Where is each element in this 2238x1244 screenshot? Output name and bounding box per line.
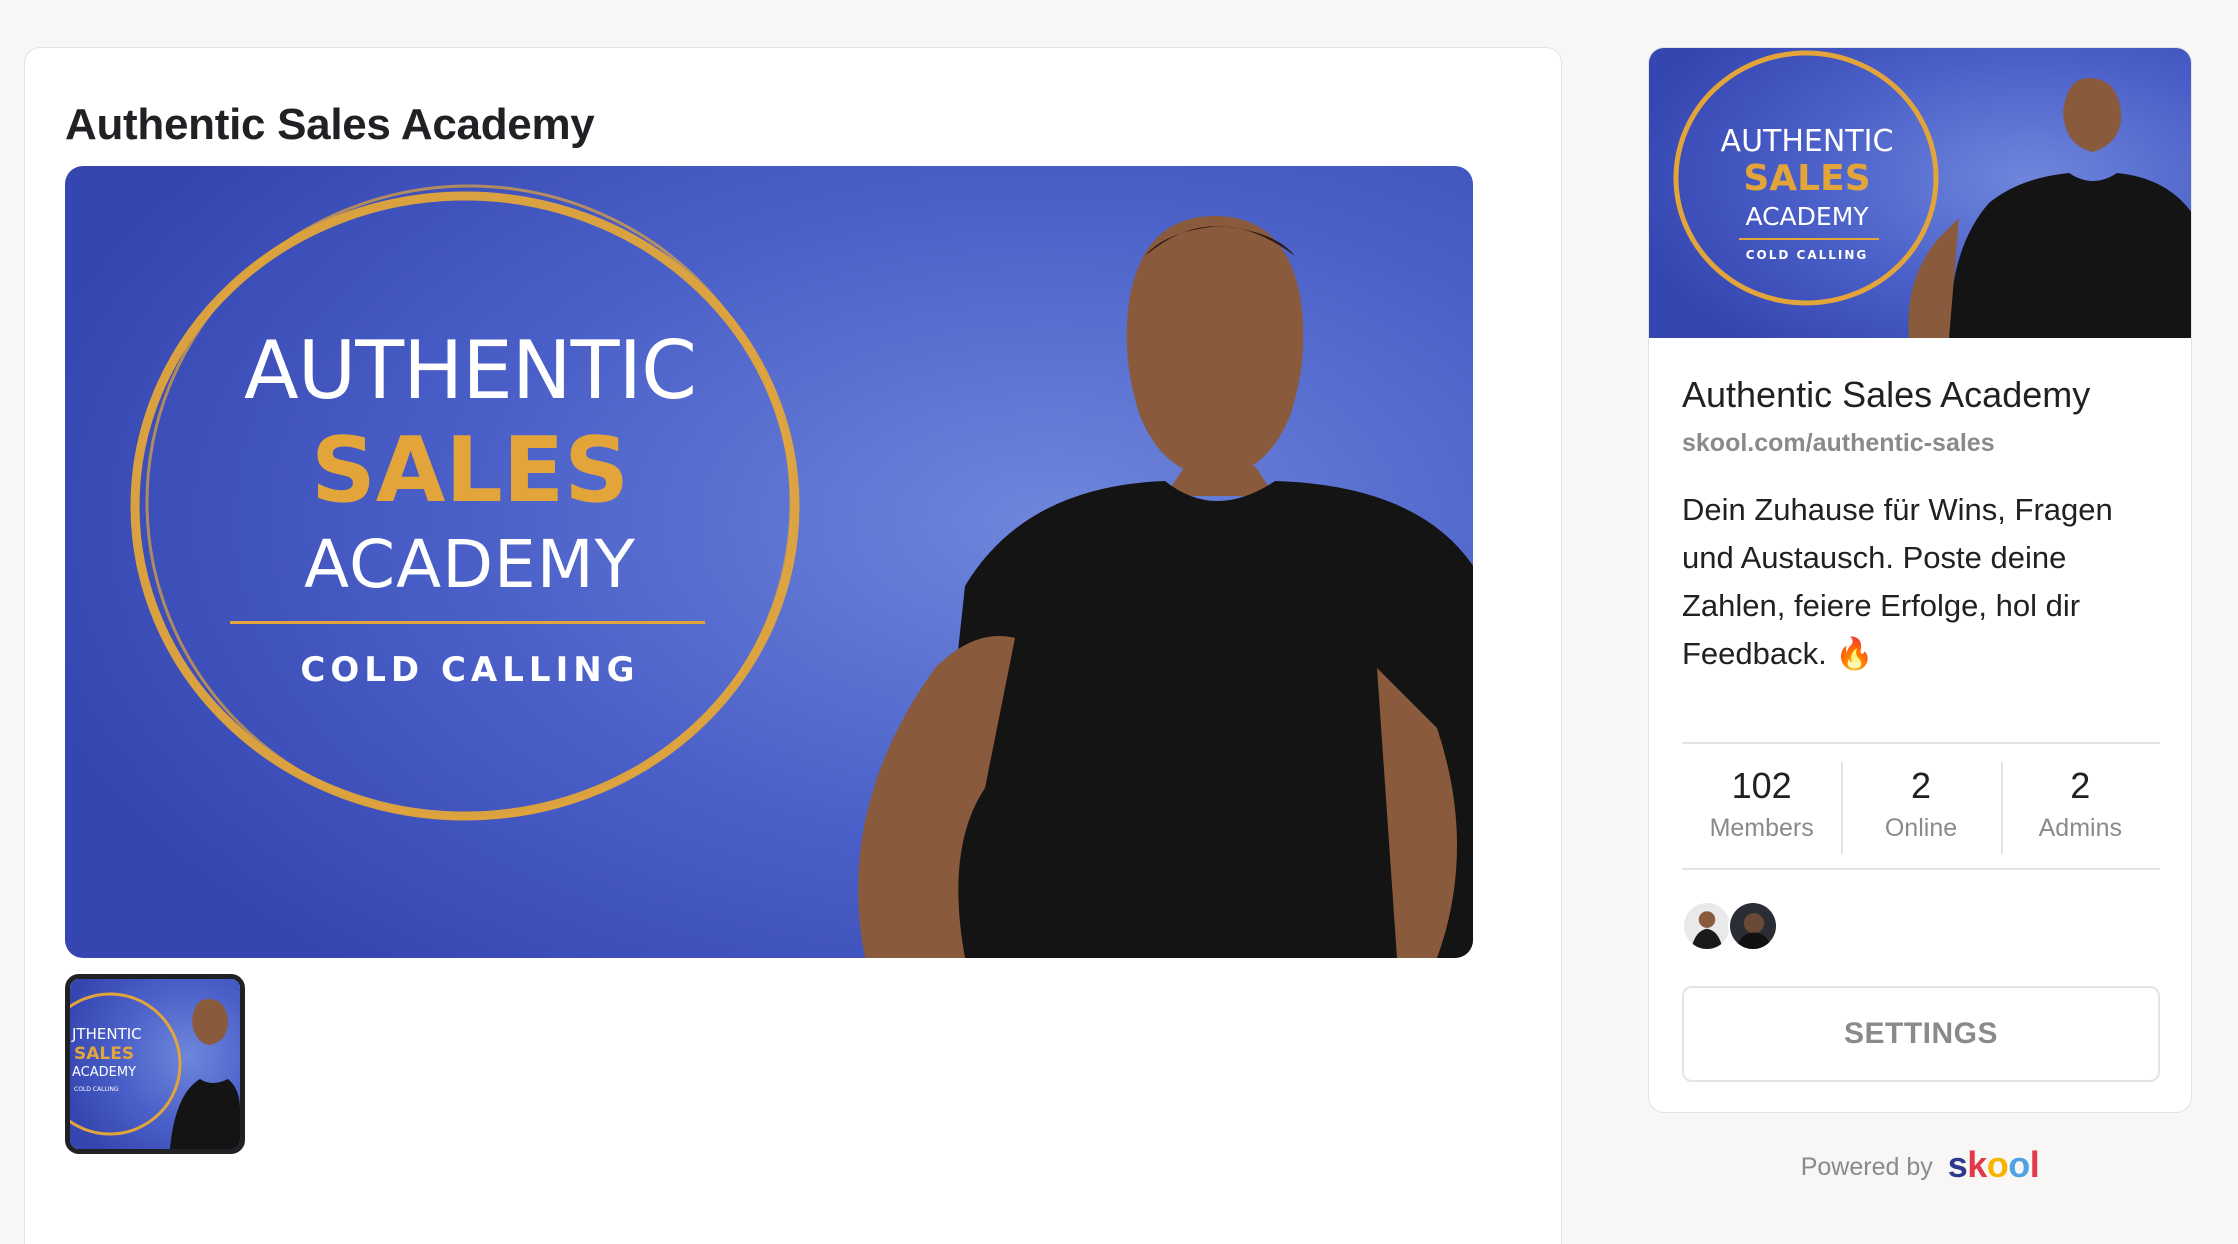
stat-label: Online	[1884, 814, 1958, 842]
logo-letter: l	[2029, 1144, 2040, 1185]
community-title: Authentic Sales Academy	[1682, 374, 2091, 415]
community-card: AUTHENTIC SALES ACADEMY COLD CALLING Aut…	[1648, 47, 2192, 1113]
svg-text:COLD CALLING: COLD CALLING	[74, 1086, 119, 1093]
settings-button[interactable]: SETTINGS	[1682, 986, 2160, 1082]
stat-label: Members	[1709, 814, 1814, 842]
admin-avatars	[1682, 901, 1778, 951]
hero-image: AUTHENTIC SALES ACADEMY COLD CALLING	[65, 166, 1473, 958]
stat-members[interactable]: 102 Members	[1682, 744, 1841, 868]
banner-text-authentic: AUTHENTIC	[1720, 124, 1894, 159]
hero-text-authentic: AUTHENTIC	[243, 324, 697, 417]
stat-value: 102	[1731, 765, 1792, 806]
powered-by[interactable]: Powered by skool	[1648, 1144, 2192, 1186]
logo-letter: s	[1947, 1144, 1968, 1185]
svg-text:ACADEMY: ACADEMY	[72, 1065, 136, 1080]
hero-text-academy: ACADEMY	[303, 526, 636, 603]
skool-logo[interactable]: skool	[1948, 1144, 2040, 1185]
banner-text-sales: SALES	[1743, 158, 1871, 199]
gallery-thumbnail[interactable]: JTHENTIC SALES ACADEMY COLD CALLING	[65, 974, 245, 1154]
stat-value: 2	[1910, 765, 1931, 806]
avatar[interactable]	[1682, 901, 1732, 951]
community-url[interactable]: skool.com/authentic-sales	[1682, 429, 1995, 458]
powered-by-text: Powered by	[1800, 1153, 1933, 1181]
page-title: Authentic Sales Academy	[65, 100, 595, 149]
avatar[interactable]	[1728, 901, 1778, 951]
svg-text:SALES: SALES	[74, 1044, 134, 1064]
banner-divider	[1739, 238, 1879, 240]
community-description: Dein Zuhause für Wins, Fragen und Austau…	[1682, 492, 2113, 671]
banner-text-cold-calling: COLD CALLING	[1745, 248, 1869, 262]
stat-online[interactable]: 2 Online	[1841, 744, 2000, 868]
community-stats: 102 Members 2 Online 2 Admins	[1682, 742, 2160, 870]
stat-admins[interactable]: 2 Admins	[2000, 744, 2160, 868]
logo-letter: k	[1967, 1144, 1987, 1185]
stat-value: 2	[2070, 765, 2091, 806]
hero-text-sales: SALES	[310, 418, 630, 523]
logo-letter: o	[2008, 1144, 2030, 1185]
hero-divider	[230, 621, 705, 624]
svg-text:JTHENTIC: JTHENTIC	[71, 1025, 142, 1043]
community-banner: AUTHENTIC SALES ACADEMY COLD CALLING	[1649, 48, 2191, 338]
banner-text-academy: ACADEMY	[1745, 202, 1869, 231]
logo-letter: o	[1986, 1144, 2009, 1185]
hero-text-cold-calling: COLD CALLING	[300, 650, 640, 690]
stat-label: Admins	[2038, 814, 2122, 842]
